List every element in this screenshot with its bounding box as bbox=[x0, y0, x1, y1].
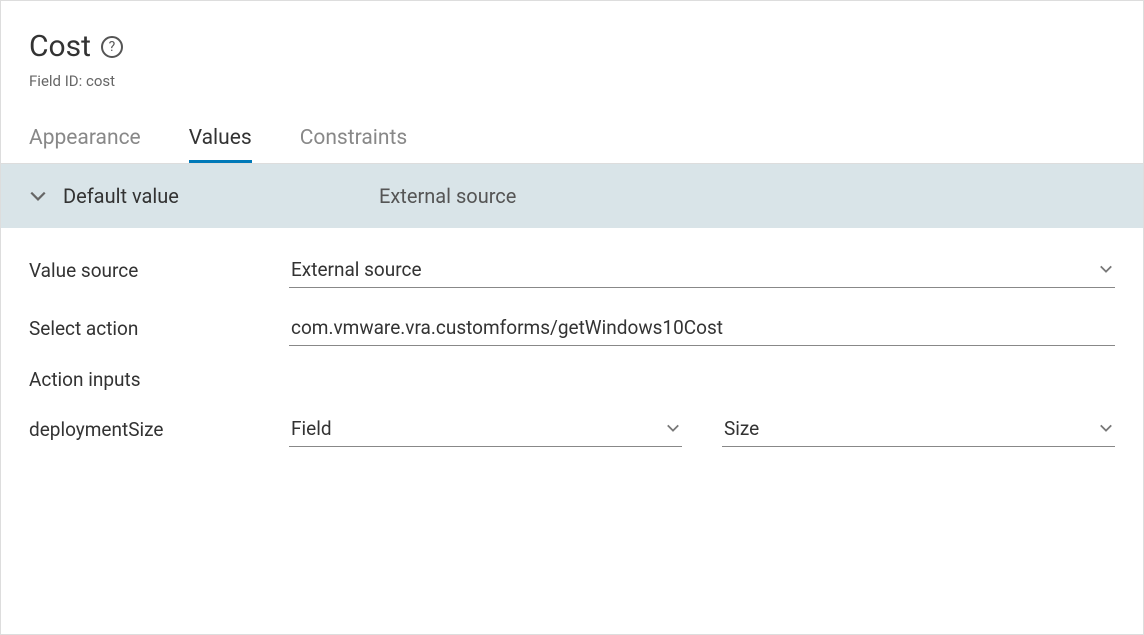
select-deployment-size-type[interactable]: Field bbox=[289, 411, 682, 447]
deployment-size-selects: Field Size bbox=[289, 411, 1115, 447]
form-body: Value source External source Select acti… bbox=[1, 228, 1143, 493]
select-deployment-size-type-text: Field bbox=[291, 417, 332, 440]
label-deployment-size: deploymentSize bbox=[29, 418, 289, 441]
field-id-label: Field ID: cost bbox=[29, 72, 1115, 90]
panel-header: Cost ? Field ID: cost bbox=[1, 1, 1143, 102]
panel-title: Cost bbox=[29, 29, 91, 64]
chevron-down-icon bbox=[666, 421, 680, 437]
section-value: External source bbox=[379, 184, 516, 208]
select-value-source[interactable]: External source bbox=[289, 252, 1115, 288]
label-value-source: Value source bbox=[29, 259, 289, 282]
tabs: Appearance Values Constraints bbox=[1, 102, 1143, 164]
select-deployment-size-field[interactable]: Size bbox=[722, 411, 1115, 447]
title-row: Cost ? bbox=[29, 29, 1115, 64]
label-select-action: Select action bbox=[29, 317, 289, 340]
row-select-action: Select action bbox=[29, 310, 1115, 346]
properties-panel: Cost ? Field ID: cost Appearance Values … bbox=[0, 0, 1144, 635]
tab-appearance[interactable]: Appearance bbox=[29, 126, 141, 163]
tab-values[interactable]: Values bbox=[189, 126, 252, 163]
action-inputs-label: Action inputs bbox=[29, 368, 1115, 391]
select-deployment-size-field-text: Size bbox=[724, 417, 759, 440]
chevron-down-icon bbox=[1099, 262, 1113, 278]
chevron-down-icon[interactable] bbox=[29, 187, 47, 205]
tab-constraints[interactable]: Constraints bbox=[300, 126, 408, 163]
row-value-source: Value source External source bbox=[29, 252, 1115, 288]
chevron-down-icon bbox=[1099, 421, 1113, 437]
input-select-action[interactable] bbox=[289, 310, 1115, 346]
help-icon[interactable]: ? bbox=[101, 36, 123, 58]
section-default-value-header[interactable]: Default value External source bbox=[1, 164, 1143, 228]
section-label: Default value bbox=[63, 184, 363, 208]
select-value-source-text: External source bbox=[291, 258, 422, 281]
row-deployment-size: deploymentSize Field Size bbox=[29, 411, 1115, 447]
